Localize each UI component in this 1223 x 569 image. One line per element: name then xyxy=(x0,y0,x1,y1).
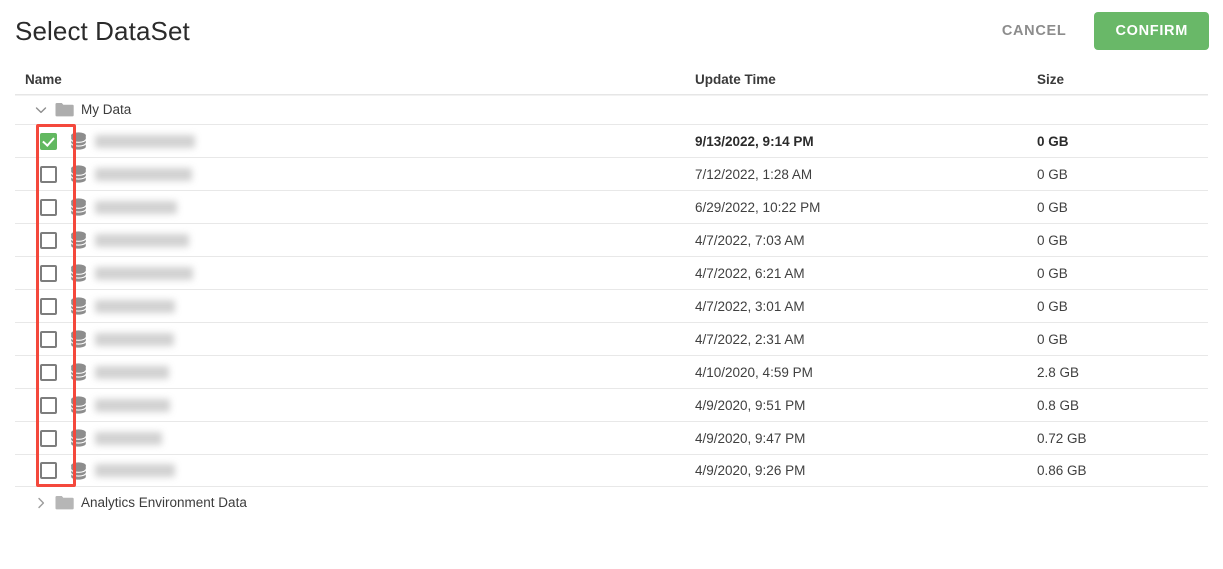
database-icon xyxy=(70,231,87,249)
table-row[interactable]: 4/7/2022, 3:01 AM 0 GB xyxy=(15,289,1208,322)
cell-size: 0 GB xyxy=(1037,232,1068,248)
cell-update-time: 4/7/2022, 6:21 AM xyxy=(695,265,805,281)
dataset-name-redacted xyxy=(95,134,195,148)
dataset-name-redacted xyxy=(95,200,177,214)
cell-name xyxy=(15,461,695,480)
cell-size: 0 GB xyxy=(1037,298,1068,314)
table-row[interactable]: 4/7/2022, 2:31 AM 0 GB xyxy=(15,322,1208,355)
cell-update-time: 4/7/2022, 2:31 AM xyxy=(695,331,805,347)
folder-icon xyxy=(55,496,74,510)
cell-size: 0.72 GB xyxy=(1037,430,1087,446)
cell-name xyxy=(15,132,695,150)
cell-update-time: 7/12/2022, 1:28 AM xyxy=(695,166,813,182)
cell-name xyxy=(15,429,695,447)
tree-folder-label: My Data xyxy=(81,102,132,117)
tree-folder-my-data[interactable]: My Data xyxy=(15,95,1208,124)
dataset-table: Name Update Time Size My Data 9/13/2022,… xyxy=(0,62,1223,518)
tree-folder-label: Analytics Environment Data xyxy=(81,495,247,510)
dataset-name-redacted xyxy=(95,299,175,313)
database-icon xyxy=(70,461,87,480)
dataset-name-redacted xyxy=(95,266,193,280)
database-icon xyxy=(70,429,87,447)
cell-name xyxy=(15,330,695,348)
column-header-size[interactable]: Size xyxy=(1037,72,1207,94)
page-title: Select DataSet xyxy=(15,16,190,46)
database-icon xyxy=(70,264,87,282)
table-row[interactable]: 4/7/2022, 6:21 AM 0 GB xyxy=(15,256,1208,289)
cell-size: 2.8 GB xyxy=(1037,364,1080,380)
dataset-name-redacted xyxy=(95,398,170,412)
cell-name xyxy=(15,297,695,315)
dataset-name-redacted xyxy=(95,464,175,477)
cell-name xyxy=(15,165,695,183)
database-icon xyxy=(70,363,87,381)
database-icon xyxy=(70,297,87,315)
cell-size: 0 GB xyxy=(1037,265,1068,281)
cell-update-time: 4/9/2020, 9:47 PM xyxy=(695,430,806,446)
chevron-down-icon[interactable] xyxy=(33,102,49,118)
cell-update-time: 4/9/2020, 9:26 PM xyxy=(695,463,806,478)
database-icon xyxy=(70,132,87,150)
cell-update-time: 6/29/2022, 10:22 PM xyxy=(695,199,821,215)
cell-size: 0 GB xyxy=(1037,199,1068,215)
cancel-button[interactable]: CANCEL xyxy=(990,14,1079,48)
table-row[interactable]: 4/7/2022, 7:03 AM 0 GB xyxy=(15,223,1208,256)
database-icon xyxy=(70,198,87,216)
row-checkbox[interactable] xyxy=(40,429,57,447)
row-checkbox[interactable] xyxy=(40,198,57,216)
dataset-name-redacted xyxy=(95,431,162,445)
table-row[interactable]: 7/12/2022, 1:28 AM 0 GB xyxy=(15,157,1208,190)
row-checkbox[interactable] xyxy=(40,363,57,381)
column-header-update-time[interactable]: Update Time xyxy=(695,72,1037,94)
row-checkbox[interactable] xyxy=(40,330,57,348)
cell-size: 0.86 GB xyxy=(1037,463,1087,478)
cell-name xyxy=(15,396,695,414)
table-row[interactable]: 4/9/2020, 9:51 PM 0.8 GB xyxy=(15,388,1208,421)
cell-update-time: 4/9/2020, 9:51 PM xyxy=(695,397,806,413)
cell-name xyxy=(15,363,695,381)
chevron-right-icon[interactable] xyxy=(33,495,49,511)
dataset-name-redacted xyxy=(95,332,174,346)
cell-update-time: 4/7/2022, 7:03 AM xyxy=(695,232,805,248)
cell-size: 0 GB xyxy=(1037,133,1069,149)
cell-name xyxy=(15,198,695,216)
cell-name xyxy=(15,264,695,282)
row-checkbox[interactable] xyxy=(40,297,57,315)
table-row[interactable]: 4/9/2020, 9:26 PM 0.86 GB xyxy=(15,454,1208,487)
database-icon xyxy=(70,330,87,348)
row-checkbox[interactable] xyxy=(40,231,57,249)
dataset-name-redacted xyxy=(95,167,192,181)
row-checkbox[interactable] xyxy=(40,132,57,150)
dataset-name-redacted xyxy=(95,365,169,379)
dialog-header: Select DataSet CANCEL CONFIRM xyxy=(0,0,1223,62)
table-row[interactable]: 6/29/2022, 10:22 PM 0 GB xyxy=(15,190,1208,223)
database-icon xyxy=(70,396,87,414)
tree-folder-analytics-environment-data[interactable]: Analytics Environment Data xyxy=(15,487,1208,518)
column-header-name[interactable]: Name xyxy=(15,72,695,94)
table-row[interactable]: 4/10/2020, 4:59 PM 2.8 GB xyxy=(15,355,1208,388)
row-checkbox[interactable] xyxy=(40,462,57,479)
row-checkbox[interactable] xyxy=(40,396,57,414)
cell-update-time: 4/7/2022, 3:01 AM xyxy=(695,298,805,314)
cell-size: 0 GB xyxy=(1037,166,1068,182)
dataset-row-list: 9/13/2022, 9:14 PM 0 GB 7/12/2022, 1:28 AM… xyxy=(15,124,1208,487)
cell-update-time: 9/13/2022, 9:14 PM xyxy=(695,133,814,149)
table-header-row: Name Update Time Size xyxy=(15,62,1208,95)
cell-update-time: 4/10/2020, 4:59 PM xyxy=(695,364,813,380)
row-checkbox[interactable] xyxy=(40,264,57,282)
dataset-name-redacted xyxy=(95,233,189,247)
row-checkbox[interactable] xyxy=(40,165,57,183)
cell-size: 0 GB xyxy=(1037,331,1068,347)
database-icon xyxy=(70,165,87,183)
confirm-button[interactable]: CONFIRM xyxy=(1094,12,1209,50)
header-actions: CANCEL CONFIRM xyxy=(990,12,1209,50)
cell-name xyxy=(15,231,695,249)
folder-icon xyxy=(55,103,74,117)
table-row[interactable]: 4/9/2020, 9:47 PM 0.72 GB xyxy=(15,421,1208,454)
table-row[interactable]: 9/13/2022, 9:14 PM 0 GB xyxy=(15,124,1208,157)
cell-size: 0.8 GB xyxy=(1037,397,1080,413)
